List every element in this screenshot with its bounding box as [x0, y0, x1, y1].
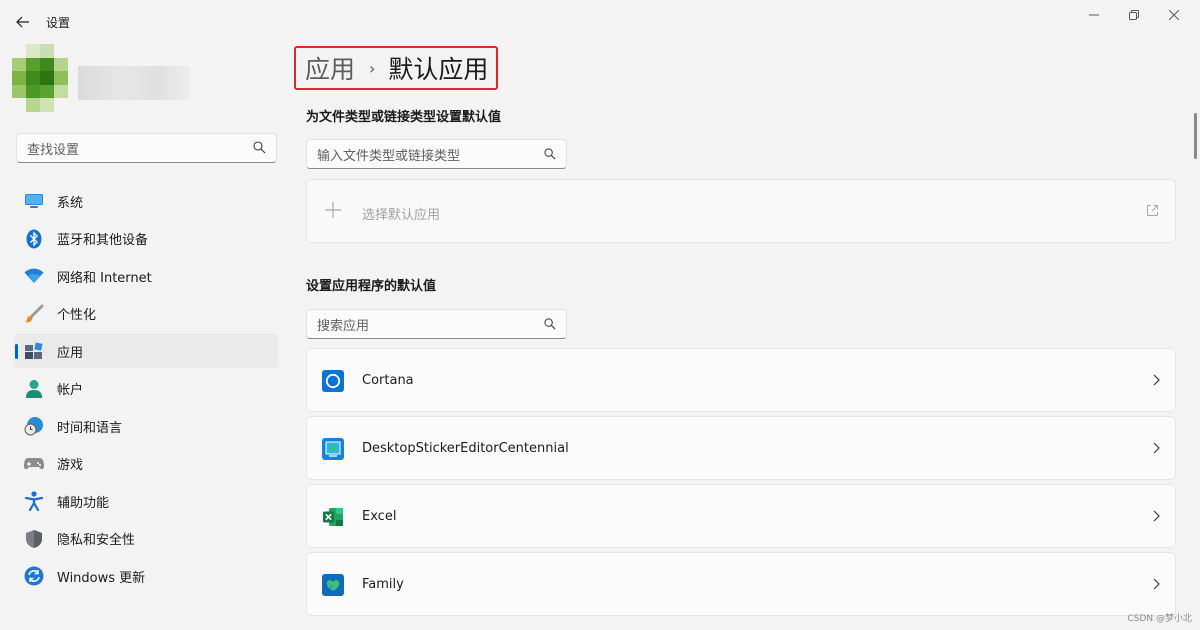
- chevron-right-icon: [1153, 510, 1160, 522]
- close-icon: [1169, 10, 1179, 20]
- maximize-button[interactable]: [1112, 4, 1156, 26]
- app-card-family[interactable]: Family: [306, 552, 1176, 616]
- update-icon: [24, 566, 44, 586]
- chevron-right-icon: [1153, 374, 1160, 386]
- sidebar-item-label: 应用: [57, 345, 84, 361]
- sidebar-item-accounts[interactable]: 帐户: [14, 372, 278, 406]
- sidebar-item-time-language[interactable]: 时间和语言: [14, 409, 278, 443]
- sidebar-item-system[interactable]: 系统: [14, 184, 278, 218]
- search-icon: [253, 141, 266, 154]
- avatar[interactable]: [12, 44, 68, 112]
- app-search-input[interactable]: 搜索应用: [306, 309, 567, 339]
- settings-search-input[interactable]: 查找设置: [16, 133, 277, 163]
- app-name: Excel: [362, 509, 397, 524]
- cortana-icon: [322, 370, 344, 392]
- app-name: Cortana: [362, 373, 414, 388]
- back-button[interactable]: [10, 10, 36, 34]
- sidebar-item-accessibility[interactable]: 辅助功能: [14, 484, 278, 518]
- accessibility-icon: [24, 491, 44, 511]
- app-card-cortana[interactable]: Cortana: [306, 348, 1176, 412]
- gamepad-icon: [24, 454, 44, 474]
- sidebar-item-label: 系统: [57, 195, 84, 211]
- sticker-editor-icon: [322, 438, 344, 460]
- window-title: 设置: [46, 16, 71, 30]
- app-name: DesktopStickerEditorCentennial: [362, 441, 569, 456]
- display-icon: [24, 191, 44, 211]
- apps-icon: [24, 341, 44, 361]
- bluetooth-icon: [24, 229, 44, 249]
- file-type-search-input[interactable]: 输入文件类型或链接类型: [306, 139, 567, 169]
- sidebar-item-privacy[interactable]: 隐私和安全性: [14, 522, 278, 556]
- restore-icon: [1129, 10, 1139, 20]
- sidebar-item-bluetooth[interactable]: 蓝牙和其他设备: [14, 222, 278, 256]
- file-type-search-placeholder: 输入文件类型或链接类型: [317, 148, 461, 164]
- chevron-right-icon: [1153, 442, 1160, 454]
- sidebar-item-personalization[interactable]: 个性化: [14, 297, 278, 331]
- breadcrumb-separator: ›: [369, 58, 376, 78]
- sidebar-item-label: 蓝牙和其他设备: [57, 233, 149, 248]
- title-bar: 设置: [0, 0, 1200, 44]
- app-card-excel[interactable]: Excel: [306, 484, 1176, 548]
- file-types-section-title: 为文件类型或链接类型设置默认值: [306, 110, 502, 125]
- sidebar-item-label: Windows 更新: [57, 570, 146, 586]
- app-name: Family: [362, 577, 404, 592]
- watermark: CSDN @梦小北: [1127, 614, 1192, 624]
- sidebar-item-label: 隐私和安全性: [57, 533, 136, 548]
- sidebar-item-apps[interactable]: 应用: [14, 334, 278, 368]
- profile-info-blurred: [78, 66, 190, 100]
- breadcrumb-parent-link[interactable]: 应用: [305, 50, 355, 86]
- sidebar-item-gaming[interactable]: 游戏: [14, 447, 278, 481]
- minimize-icon: [1089, 14, 1099, 16]
- settings-search-placeholder: 查找设置: [27, 142, 80, 158]
- paintbrush-icon: [24, 304, 44, 324]
- breadcrumb: 应用 › 默认应用: [294, 46, 499, 90]
- choose-default-app-card: 选择默认应用: [306, 179, 1176, 243]
- app-search-placeholder: 搜索应用: [317, 318, 370, 334]
- sidebar-item-network[interactable]: 网络和 Internet: [14, 259, 278, 293]
- shield-icon: [24, 529, 44, 549]
- wifi-icon: [24, 266, 44, 286]
- family-icon: [322, 574, 344, 596]
- sidebar-item-label: 游戏: [57, 458, 84, 473]
- page-title: 默认应用: [388, 55, 489, 84]
- chevron-right-icon: [1153, 578, 1160, 590]
- search-icon: [544, 318, 556, 330]
- sidebar-item-label: 网络和 Internet: [57, 270, 152, 286]
- sidebar-item-label: 辅助功能: [57, 495, 110, 511]
- back-arrow-icon: [16, 16, 29, 28]
- choose-default-app-label: 选择默认应用: [362, 208, 441, 223]
- app-defaults-section-title: 设置应用程序的默认值: [306, 279, 437, 294]
- globe-clock-icon: [24, 416, 44, 436]
- avatar-image: [12, 44, 68, 112]
- app-card-desktop-sticker-editor[interactable]: DesktopStickerEditorCentennial: [306, 416, 1176, 480]
- excel-icon: [323, 508, 343, 526]
- sidebar-item-label: 个性化: [57, 308, 97, 323]
- open-external-icon: [1147, 205, 1158, 216]
- close-button[interactable]: [1152, 4, 1196, 26]
- sidebar-nav: 系统 蓝牙和其他设备 网络和 Internet 个性化 应用 帐户 时间和语言 …: [14, 184, 278, 597]
- person-icon: [24, 379, 44, 399]
- minimize-button[interactable]: [1072, 4, 1116, 26]
- sidebar-item-label: 时间和语言: [57, 420, 123, 436]
- scrollbar-thumb[interactable]: [1194, 113, 1197, 159]
- search-icon: [544, 148, 556, 160]
- app-list: Cortana DesktopStickerEditorCentennial E…: [306, 348, 1176, 620]
- sidebar-item-windows-update[interactable]: Windows 更新: [14, 559, 278, 593]
- sidebar-item-label: 帐户: [57, 383, 84, 398]
- plus-icon: [325, 202, 341, 218]
